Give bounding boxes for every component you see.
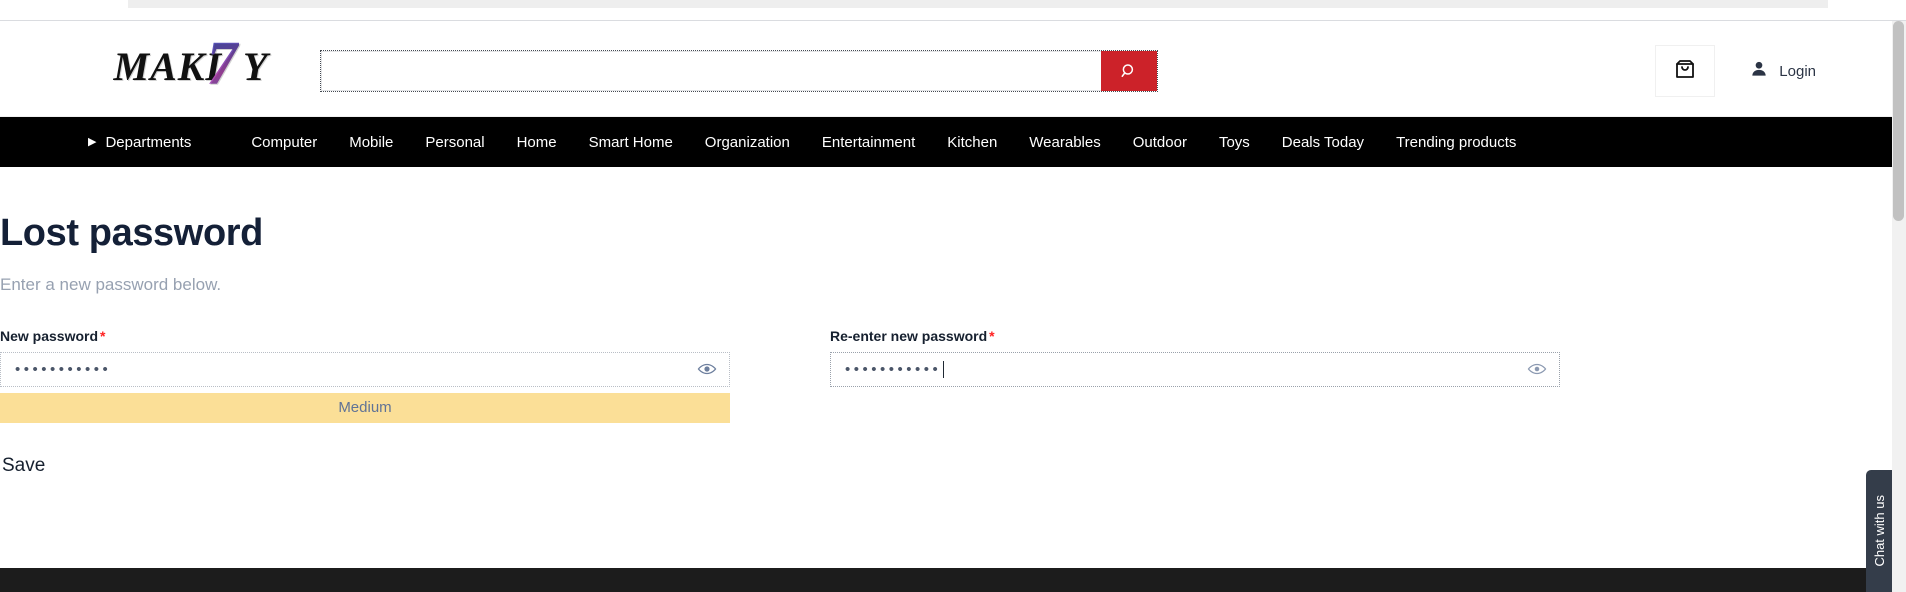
nav-item-wearables[interactable]: Wearables xyxy=(1013,134,1116,151)
confirm-password-masked-value: ••••••••••• xyxy=(845,360,942,378)
header-actions: Login xyxy=(1655,45,1816,97)
confirm-password-label-text: Re-enter new password xyxy=(830,327,988,344)
logo-text-right: Y xyxy=(243,43,269,89)
confirm-password-label: Re-enter new password * xyxy=(830,328,1560,344)
departments-menu-button[interactable]: ▶ Departments xyxy=(88,134,191,151)
chat-widget-label: Chat with us xyxy=(1871,495,1887,567)
new-password-label: New password * xyxy=(0,328,730,344)
page-title: Lost password xyxy=(0,212,263,254)
text-cursor xyxy=(943,360,945,378)
main-navigation: ▶ Departments Computer Mobile Personal H… xyxy=(0,117,1906,167)
confirm-password-visibility-toggle[interactable] xyxy=(1527,363,1547,376)
page-viewport: MAKI7Y 7 xyxy=(0,21,1906,592)
main-content: Lost password Enter a new password below… xyxy=(0,167,1906,522)
confirm-password-input[interactable]: ••••••••••• xyxy=(830,351,1560,387)
new-password-label-text: New password xyxy=(0,327,99,344)
password-strength-label: Medium xyxy=(338,399,392,417)
departments-label: Departments xyxy=(105,133,192,151)
browser-chrome-strip xyxy=(0,0,1906,21)
logo-wordmark: MAKI7Y 7 xyxy=(114,30,269,98)
new-password-masked-value: ••••••••••• xyxy=(15,360,112,378)
nav-item-toys[interactable]: Toys xyxy=(1203,134,1266,151)
search-icon xyxy=(1120,62,1138,80)
nav-item-computer[interactable]: Computer xyxy=(235,134,333,151)
nav-item-entertainment[interactable]: Entertainment xyxy=(806,134,931,151)
nav-item-deals-today[interactable]: Deals Today xyxy=(1266,134,1380,151)
new-password-input[interactable]: ••••••••••• xyxy=(0,351,730,387)
eye-icon xyxy=(1527,363,1547,380)
page-subtitle: Enter a new password below. xyxy=(0,274,222,294)
nav-item-personal[interactable]: Personal xyxy=(409,134,500,151)
browser-tab[interactable] xyxy=(128,0,1828,8)
scrollbar-thumb[interactable] xyxy=(1893,21,1904,221)
required-asterisk: * xyxy=(100,327,106,344)
site-footer xyxy=(0,568,1892,592)
nav-item-mobile[interactable]: Mobile xyxy=(333,134,409,151)
search-button[interactable] xyxy=(1101,51,1157,91)
search-input[interactable] xyxy=(321,51,1101,91)
confirm-password-field-group: Re-enter new password * ••••••••••• xyxy=(830,328,1560,483)
login-label: Login xyxy=(1779,62,1816,80)
eye-icon xyxy=(697,363,717,380)
new-password-visibility-toggle[interactable] xyxy=(697,363,717,376)
site-header: MAKI7Y 7 xyxy=(0,21,1906,117)
search-bar xyxy=(320,50,1158,92)
caret-right-icon: ▶ xyxy=(88,135,97,148)
password-strength-bar: Medium xyxy=(0,392,730,423)
new-password-field-group: New password * ••••••••••• Medium Save xyxy=(0,328,730,483)
nav-item-kitchen[interactable]: Kitchen xyxy=(931,134,1013,151)
required-asterisk: * xyxy=(989,327,995,344)
reset-password-form: New password * ••••••••••• Medium Save R… xyxy=(0,328,1906,483)
nav-item-home[interactable]: Home xyxy=(501,134,573,151)
user-icon xyxy=(1749,59,1769,83)
nav-item-smart-home[interactable]: Smart Home xyxy=(573,134,689,151)
nav-item-trending-products[interactable]: Trending products xyxy=(1380,134,1532,151)
shopping-bag-icon xyxy=(1673,57,1697,86)
nav-item-organization[interactable]: Organization xyxy=(689,134,806,151)
nav-items: Computer Mobile Personal Home Smart Home… xyxy=(235,134,1532,151)
site-logo[interactable]: MAKI7Y 7 xyxy=(96,30,286,98)
logo-seven-glyph: 7 xyxy=(206,29,239,98)
login-link[interactable]: Login xyxy=(1749,59,1816,83)
nav-item-outdoor[interactable]: Outdoor xyxy=(1117,134,1203,151)
chat-widget-tab[interactable]: Chat with us xyxy=(1866,470,1892,592)
save-button[interactable]: Save xyxy=(0,449,47,483)
cart-button[interactable] xyxy=(1655,45,1716,97)
page-scrollbar[interactable] xyxy=(1892,21,1906,592)
